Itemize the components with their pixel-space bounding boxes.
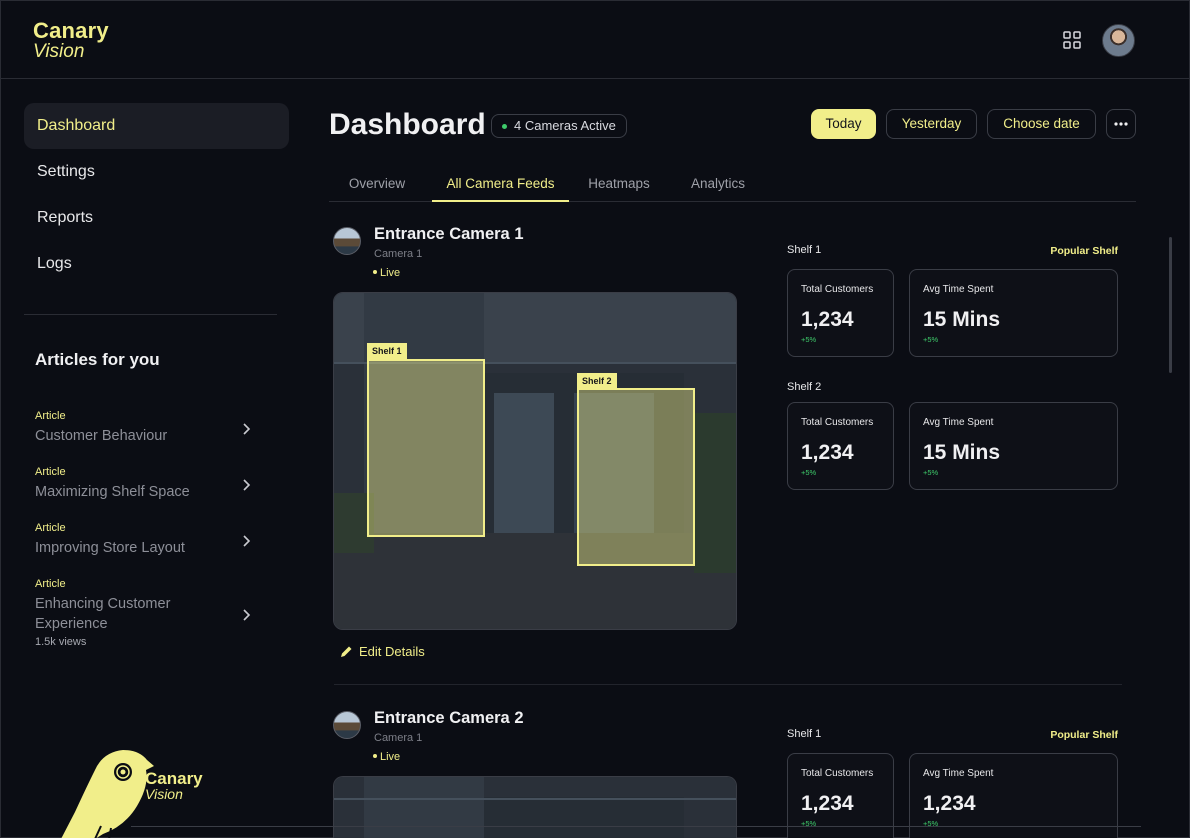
sidebar-item-logs[interactable]: Logs xyxy=(24,241,289,287)
more-horizontal-icon xyxy=(1114,122,1128,126)
shelf-label: Shelf 2 xyxy=(787,381,822,393)
filter-today-button[interactable]: Today xyxy=(811,109,876,139)
sidebar-nav: Dashboard Settings Reports Logs xyxy=(24,103,289,287)
stat-card: Avg Time Spent 15 Mins +5% xyxy=(909,402,1118,490)
stat-delta: +5% xyxy=(923,335,939,344)
article-item[interactable]: Article Enhancing Customer Experience 1.… xyxy=(35,578,251,648)
page-title: Dashboard xyxy=(329,108,486,141)
camera-subtitle: Camera 1 xyxy=(374,248,423,260)
chevron-right-icon[interactable] xyxy=(241,422,251,436)
camera-thumbnail xyxy=(333,711,361,739)
vertical-scrollbar[interactable] xyxy=(1169,237,1172,373)
status-dot-icon xyxy=(502,124,507,129)
article-tag: Article xyxy=(35,578,66,590)
edit-details-button[interactable]: Edit Details xyxy=(340,644,425,659)
stat-value: 1,234 xyxy=(801,792,854,815)
stat-card: Avg Time Spent 15 Mins +5% xyxy=(909,269,1118,357)
chevron-right-icon[interactable] xyxy=(241,478,251,492)
brand-name: Canary xyxy=(33,18,109,43)
stat-value: 1,234 xyxy=(801,441,854,464)
camera-feed-2[interactable] xyxy=(333,776,737,838)
tab-bar: Overview All Camera Feeds Heatmaps Analy… xyxy=(329,167,1136,202)
tab-analytics[interactable]: Analytics xyxy=(681,167,755,202)
camera-name: Entrance Camera 1 xyxy=(374,225,524,243)
camera-name: Entrance Camera 2 xyxy=(374,709,524,727)
canary-mascot-logo: Canary Vision xyxy=(61,750,203,838)
stat-card: Total Customers 1,234 +5% xyxy=(787,269,894,357)
brand-logo[interactable]: Canary Vision xyxy=(33,18,109,62)
live-status: Live xyxy=(373,267,400,279)
shelf-label: Shelf 1 xyxy=(787,244,822,256)
shelf-2-tag: Shelf 2 xyxy=(577,373,617,389)
article-title: Maximizing Shelf Space xyxy=(35,484,190,500)
mascot-brand-subname: Vision xyxy=(145,786,183,802)
apps-grid-icon[interactable] xyxy=(1063,31,1081,49)
live-dot-icon xyxy=(373,270,377,275)
choose-date-button[interactable]: Choose date xyxy=(987,109,1096,139)
more-options-button[interactable] xyxy=(1106,109,1136,139)
stat-label: Total Customers xyxy=(801,768,874,779)
user-avatar[interactable] xyxy=(1102,24,1135,57)
chevron-right-icon[interactable] xyxy=(241,534,251,548)
article-views: 1.5k views xyxy=(35,636,87,648)
camera-feed-1[interactable]: Shelf 1 Shelf 2 xyxy=(333,292,737,630)
top-bar: Canary Vision xyxy=(1,1,1190,79)
stat-label: Avg Time Spent xyxy=(923,417,994,428)
article-title: Enhancing Customer Experience xyxy=(35,596,171,632)
sidebar-item-settings[interactable]: Settings xyxy=(24,149,289,195)
shelf-2-zone[interactable] xyxy=(577,388,695,566)
stat-value: 15 Mins xyxy=(923,308,1001,331)
bottom-divider xyxy=(131,826,1141,827)
stat-label: Avg Time Spent xyxy=(923,768,994,779)
stat-label: Total Customers xyxy=(801,284,874,295)
stat-value: 1,234 xyxy=(801,308,854,331)
filter-yesterday-button[interactable]: Yesterday xyxy=(886,109,977,139)
live-status: Live xyxy=(373,751,400,763)
tab-overview[interactable]: Overview xyxy=(337,167,417,202)
article-tag: Article xyxy=(35,410,66,422)
camera-section-divider xyxy=(334,684,1122,685)
stat-card: Total Customers 1,234 +5% xyxy=(787,402,894,490)
stat-delta: +5% xyxy=(923,468,939,477)
sidebar-item-dashboard[interactable]: Dashboard xyxy=(24,103,289,149)
article-tag: Article xyxy=(35,522,66,534)
stat-delta: +5% xyxy=(801,468,817,477)
stat-label: Total Customers xyxy=(801,417,874,428)
live-dot-icon xyxy=(373,754,377,759)
stat-value: 15 Mins xyxy=(923,441,1001,464)
chevron-right-icon[interactable] xyxy=(241,608,251,622)
article-title: Improving Store Layout xyxy=(35,540,185,556)
stat-value: 1,234 xyxy=(923,792,976,815)
camera-subtitle: Camera 1 xyxy=(374,732,423,744)
article-title: Customer Behaviour xyxy=(35,428,168,444)
tab-all-camera-feeds[interactable]: All Camera Feeds xyxy=(432,167,569,202)
article-item[interactable]: Article Improving Store Layout xyxy=(35,522,255,558)
live-status-text: Live xyxy=(380,267,401,279)
edit-details-label: Edit Details xyxy=(359,644,425,659)
live-status-text: Live xyxy=(380,751,401,763)
popular-shelf-badge: Popular Shelf xyxy=(1050,729,1118,741)
camera-feed-image xyxy=(334,777,736,838)
brand-subname: Vision xyxy=(33,41,85,62)
camera-thumbnail xyxy=(333,227,361,255)
stat-delta: +5% xyxy=(801,335,817,344)
popular-shelf-badge: Popular Shelf xyxy=(1050,245,1118,257)
shelf-label: Shelf 1 xyxy=(787,728,822,740)
pencil-icon xyxy=(341,646,352,657)
sidebar-item-reports[interactable]: Reports xyxy=(24,195,289,241)
stat-label: Avg Time Spent xyxy=(923,284,994,295)
article-item[interactable]: Article Customer Behaviour xyxy=(35,410,255,446)
cameras-active-badge: 4 Cameras Active xyxy=(491,114,627,138)
cameras-active-text: 4 Cameras Active xyxy=(514,118,616,133)
tab-heatmaps[interactable]: Heatmaps xyxy=(581,167,657,202)
shelf-1-zone[interactable] xyxy=(367,359,485,537)
article-tag: Article xyxy=(35,466,66,478)
articles-heading: Articles for you xyxy=(35,350,160,369)
sidebar-divider xyxy=(24,314,277,315)
article-item[interactable]: Article Maximizing Shelf Space xyxy=(35,466,255,502)
shelf-1-tag: Shelf 1 xyxy=(367,343,407,359)
